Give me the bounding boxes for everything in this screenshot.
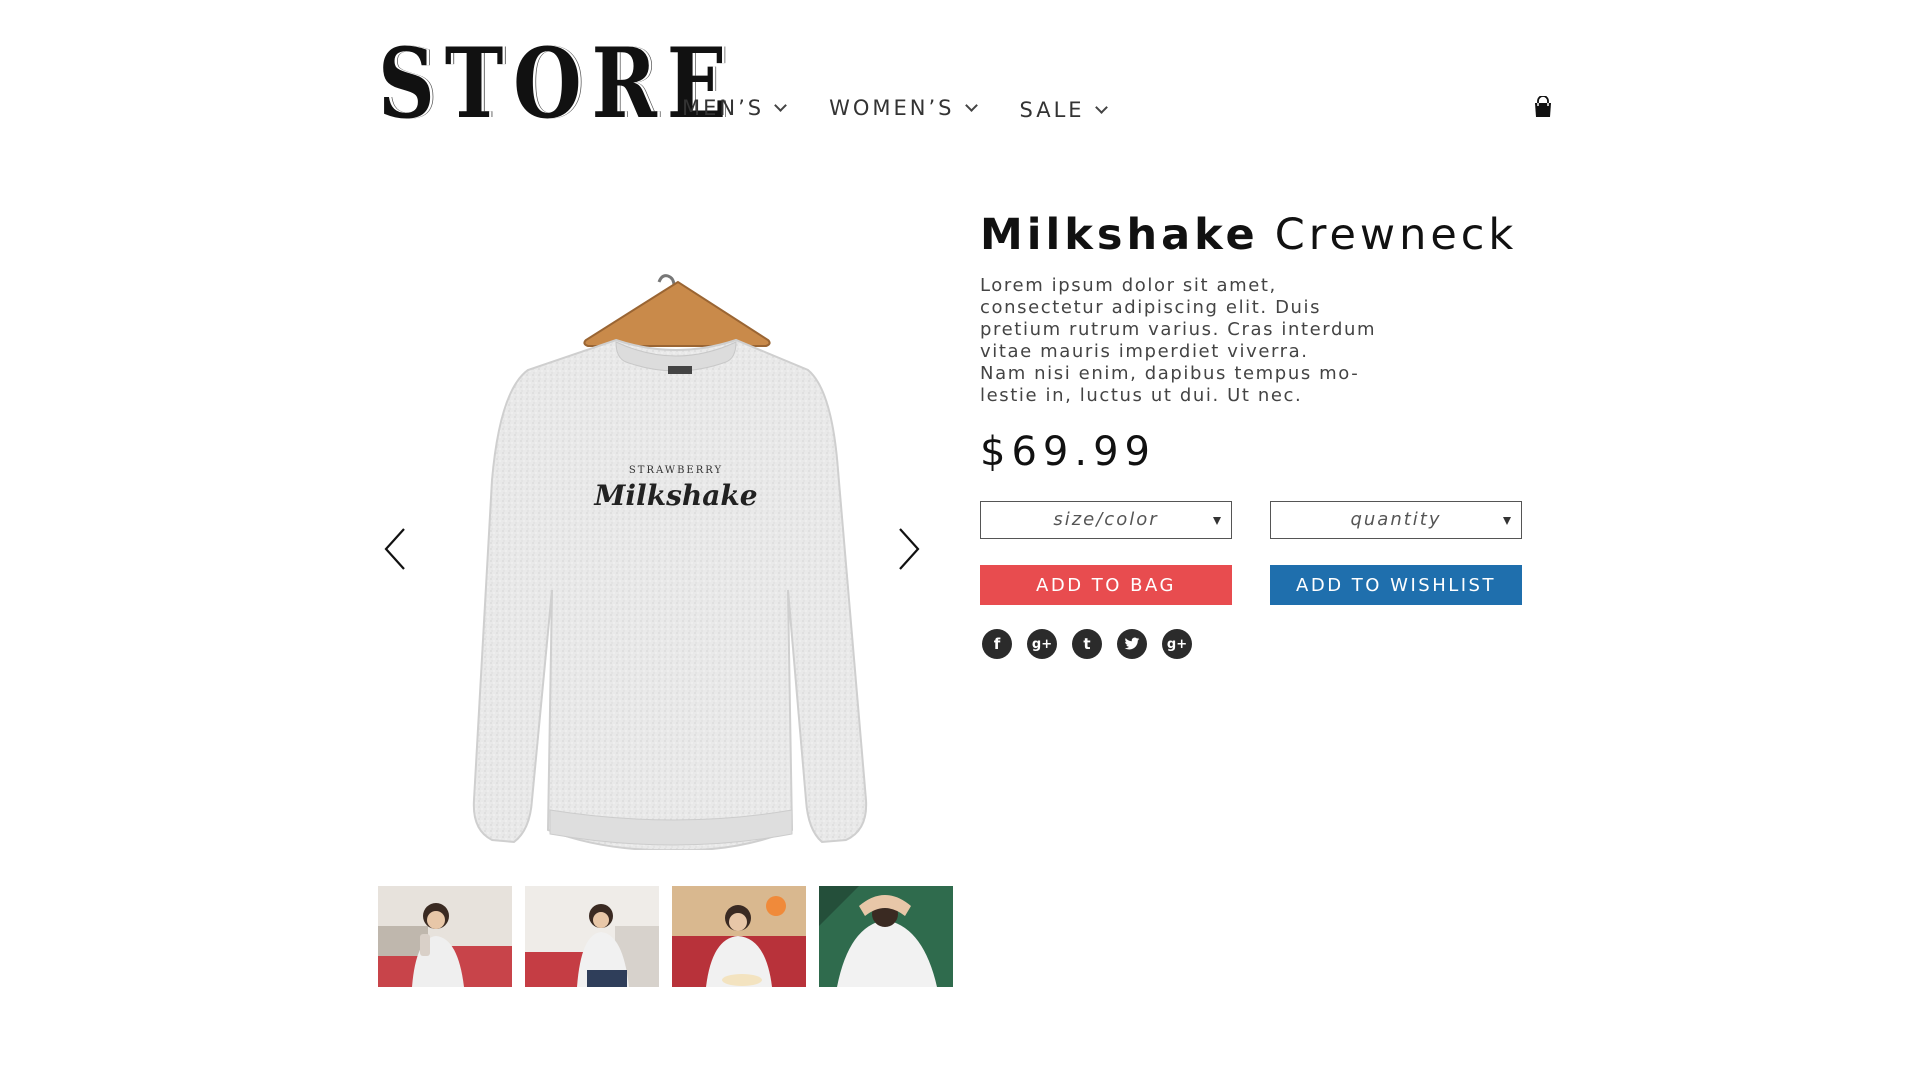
product-price: $69.99 <box>980 429 1156 475</box>
add-to-bag-button[interactable]: ADD TO BAG <box>980 565 1232 605</box>
thumbnail-4[interactable] <box>819 886 953 987</box>
shopping-bag-icon[interactable] <box>1533 96 1553 118</box>
product-description: Lorem ipsum dolor sit amet, consectetur … <box>980 275 1377 406</box>
thumbnail-image <box>819 886 953 987</box>
twitter-icon[interactable] <box>1117 629 1147 659</box>
chevron-down-icon <box>964 98 978 112</box>
action-buttons: ADD TO BAG ADD TO WISHLIST <box>980 565 1560 605</box>
thumbnail-2[interactable] <box>525 886 659 987</box>
dropdown-arrow-icon <box>1213 517 1221 525</box>
option-selects: size/color quantity <box>980 501 1560 539</box>
quantity-select[interactable]: quantity <box>1270 501 1522 539</box>
nav-sale[interactable]: SALE <box>1019 98 1108 122</box>
facebook-icon[interactable]: f <box>982 629 1012 659</box>
thumbnail-strip <box>378 886 966 987</box>
print-top-text: STRAWBERRY <box>629 465 723 476</box>
chevron-right-icon[interactable] <box>894 525 924 573</box>
quantity-placeholder: quantity <box>1350 509 1442 530</box>
main-nav: MEN’S WOMEN’S SALE <box>682 94 1150 122</box>
dropdown-arrow-icon <box>1503 517 1511 525</box>
nav-mens-label: MEN’S <box>682 96 765 120</box>
product-gallery: STRAWBERRY Milkshake <box>376 230 950 860</box>
nav-sale-label: SALE <box>1019 98 1085 122</box>
nav-womens-label: WOMEN’S <box>829 96 955 120</box>
thumbnail-1[interactable] <box>378 886 512 987</box>
google-plus-icon[interactable]: g+ <box>1027 629 1057 659</box>
chevron-down-icon <box>1094 100 1108 114</box>
thumbnail-image <box>378 886 512 987</box>
chevron-left-icon[interactable] <box>380 525 410 573</box>
google-plus-icon[interactable]: g+ <box>1162 629 1192 659</box>
add-to-wishlist-button[interactable]: ADD TO WISHLIST <box>1270 565 1522 605</box>
social-share: f g+ t g+ <box>980 629 1560 659</box>
chevron-down-icon <box>774 98 787 112</box>
thumbnail-3[interactable] <box>672 886 806 987</box>
thumbnail-image <box>525 886 659 987</box>
nav-womens[interactable]: WOMEN’S <box>829 94 978 122</box>
product-image: STRAWBERRY Milkshake <box>472 274 868 850</box>
product-details: Milkshake Crewneck Lorem ipsum dolor sit … <box>980 205 1560 659</box>
thumbnail-image <box>672 886 806 987</box>
nav-mens[interactable]: MEN’S <box>682 94 787 122</box>
product-title-bold: Milkshake <box>980 210 1259 260</box>
twitter-bird-icon <box>1124 637 1140 650</box>
tumblr-icon[interactable]: t <box>1072 629 1102 659</box>
print-main-text: Milkshake <box>593 479 757 512</box>
size-color-placeholder: size/color <box>1053 509 1159 530</box>
product-title-light: Crewneck <box>1274 210 1518 260</box>
product-title: Milkshake Crewneck <box>980 205 1560 265</box>
size-color-select[interactable]: size/color <box>980 501 1232 539</box>
